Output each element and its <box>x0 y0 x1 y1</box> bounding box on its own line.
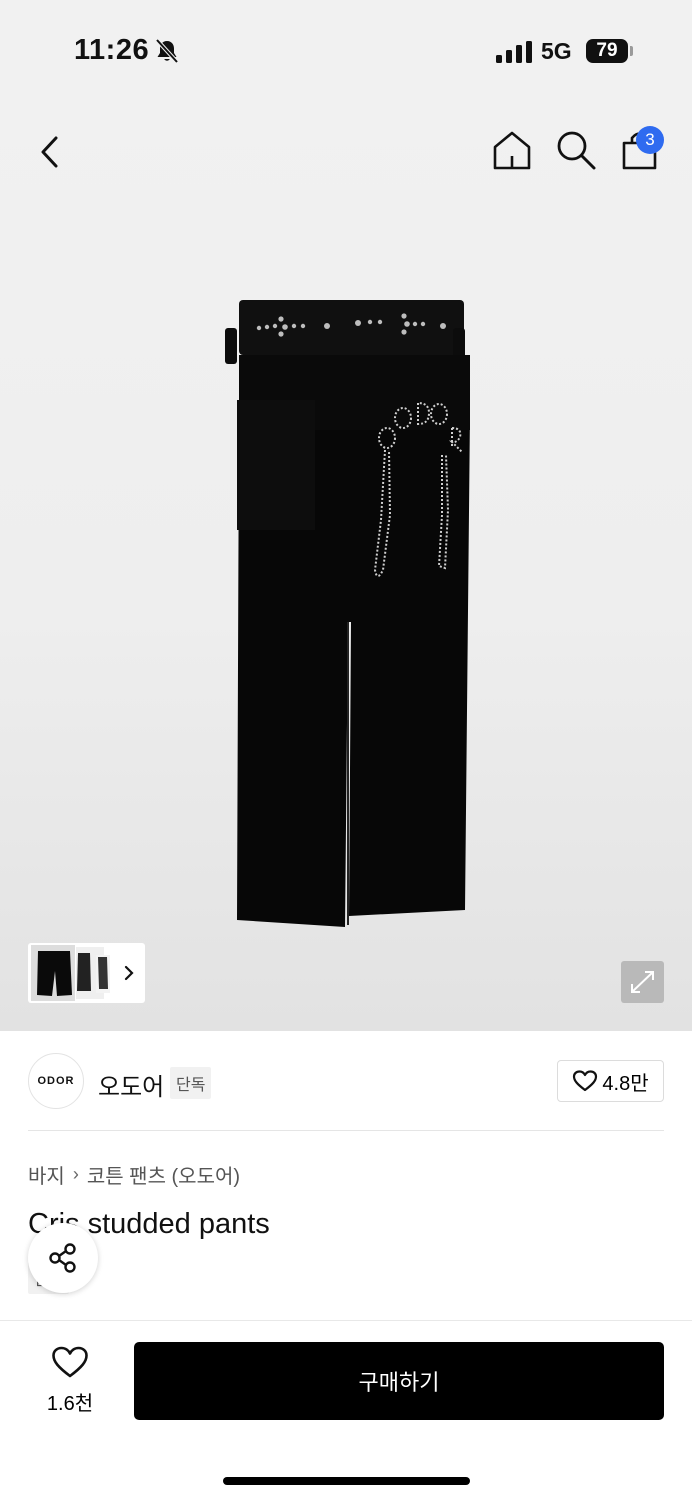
wishlist-button[interactable]: 1.6천 <box>30 1345 110 1415</box>
battery-indicator: 79 <box>586 39 628 63</box>
expand-button[interactable] <box>621 961 664 1003</box>
product-image[interactable] <box>215 300 480 930</box>
search-icon <box>557 131 596 170</box>
chevron-right-icon: › <box>72 1164 79 1184</box>
breadcrumb: 바지 › 코튼 팬츠 (오도어) <box>28 1160 240 1189</box>
status-bar: 11:26 5G 79 <box>0 0 692 100</box>
divider <box>28 1130 664 1131</box>
network-type: 5G <box>541 38 572 64</box>
brand-exclusive-tag: 단독 <box>170 1067 212 1099</box>
buy-button[interactable]: 구매하기 <box>134 1342 664 1420</box>
wishlist-count: 1.6천 <box>46 1393 94 1415</box>
heart-icon <box>573 1070 598 1092</box>
home-indicator <box>223 1477 470 1485</box>
back-button[interactable] <box>30 130 70 174</box>
breadcrumb-item-pants[interactable]: 바지 <box>28 1160 65 1189</box>
product-gallery: 3 <box>0 100 692 1031</box>
breadcrumb-item-cotton-pants[interactable]: 코튼 팬츠 (오도어) <box>87 1160 240 1189</box>
back-icon <box>41 136 58 168</box>
thumbnail-images <box>31 945 134 1001</box>
cart-count-badge: 3 <box>636 126 664 154</box>
share-icon <box>49 1243 76 1273</box>
battery-cap <box>630 46 633 56</box>
chevron-right-icon <box>124 965 134 981</box>
expand-icon <box>631 971 654 993</box>
search-button[interactable] <box>554 128 598 172</box>
share-button[interactable] <box>28 1223 98 1293</box>
status-time: 11:26 <box>74 34 150 66</box>
bottom-action-bar: 1.6천 구매하기 <box>0 1320 692 1500</box>
brand-logo[interactable]: ODOR <box>28 1053 84 1109</box>
bell-slash-icon <box>155 38 179 64</box>
thumbnail-strip[interactable] <box>28 943 145 1003</box>
brand-like-button[interactable]: 4.8만 <box>557 1060 664 1102</box>
brand-like-count: 4.8만 <box>602 1072 649 1095</box>
home-icon <box>493 131 531 170</box>
heart-icon <box>52 1346 88 1378</box>
brand-row: ODOR 오도어 단독 4.8만 <box>0 1031 692 1131</box>
signal-icon <box>496 41 532 63</box>
home-button[interactable] <box>490 128 534 172</box>
brand-name[interactable]: 오도어 <box>98 1067 164 1102</box>
